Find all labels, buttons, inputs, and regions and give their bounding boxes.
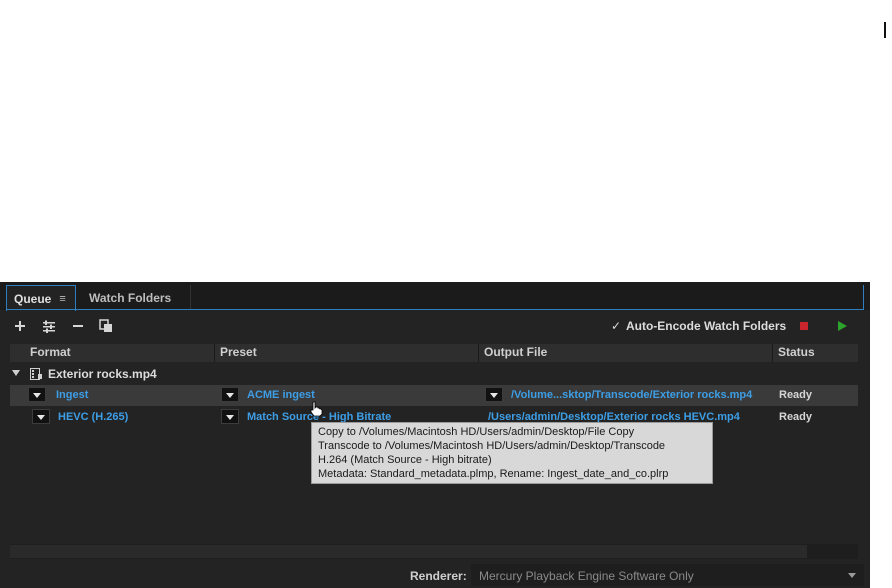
disclosure-triangle-icon[interactable] [12,370,20,376]
auto-encode-watch-folders-checkbox[interactable]: ✓ Auto-Encode Watch Folders [611,319,786,333]
tab-queue-label: Queue [14,291,52,306]
output-dropdown[interactable] [485,387,503,402]
format-dropdown[interactable] [32,409,50,424]
tooltip-line: Copy to /Volumes/Macintosh HD/Users/admi… [318,426,635,438]
preset-dropdown[interactable] [221,387,239,402]
tab-bar: Queue ≡ Watch Folders [0,282,870,311]
horizontal-scrollbar[interactable] [10,544,858,559]
column-header-status[interactable]: Status [778,345,815,359]
chevron-down-icon [848,573,856,578]
add-icon[interactable] [12,318,28,334]
renderer-label: Renderer: [410,569,467,583]
tab-queue[interactable]: Queue ≡ [6,285,76,311]
column-divider[interactable] [478,344,479,362]
renderer-value: Mercury Playback Engine Software Only [479,569,694,583]
panel-menu-icon[interactable]: ≡ [59,293,65,305]
pointer-hand-icon [309,401,323,417]
preset-tooltip: Copy to /Volumes/Macintosh HD/Users/admi… [311,422,713,484]
column-divider[interactable] [772,344,773,362]
tooltip-line: Transcode to /Volumes/Macintosh HD/Users… [318,440,666,452]
queue-toolbar: ✓ Auto-Encode Watch Folders [0,312,870,340]
column-header-output-file[interactable]: Output File [484,345,547,359]
renderer-bar: Renderer: Mercury Playback Engine Softwa… [0,562,870,588]
window-edge-mark [884,22,886,38]
auto-encode-label: Auto-Encode Watch Folders [625,319,787,333]
column-header-preset[interactable]: Preset [220,345,257,359]
tab-border [863,285,864,310]
preset-link[interactable]: ACME ingest [247,389,315,401]
tooltip-line: H.264 (Match Source - High bitrate) [318,454,492,466]
duplicate-icon[interactable] [98,318,114,334]
stop-queue-button[interactable] [800,322,808,330]
renderer-select[interactable]: Mercury Playback Engine Software Only [471,564,864,586]
output-file-link[interactable]: /Volume...sktop/Transcode/Exterior rocks… [511,389,752,401]
format-dropdown[interactable] [28,387,46,402]
tooltip-line: Metadata: Standard_metadata.plmp, Rename… [318,468,669,480]
tab-watch-folders-label: Watch Folders [89,290,172,305]
column-divider[interactable] [214,344,215,362]
checkmark-icon: ✓ [611,319,622,333]
column-header-format[interactable]: Format [30,345,71,359]
queue-column-header: Format Preset Output File Status [10,344,858,362]
source-file-row[interactable]: Exterior rocks.mp4 [10,364,858,384]
status-text: Ready [779,411,813,423]
tab-underline [6,309,864,310]
format-link[interactable]: Ingest [56,389,88,401]
video-file-icon [30,367,42,380]
queue-item-row[interactable]: Ingest ACME ingest /Volume...sktop/Trans… [10,385,858,406]
tab-watch-folders[interactable]: Watch Folders [77,285,191,310]
status-text: Ready [779,389,813,401]
format-link[interactable]: HEVC (H.265) [58,411,128,423]
preset-settings-icon[interactable] [41,318,57,334]
start-queue-button[interactable] [838,321,847,331]
source-file-name: Exterior rocks.mp4 [48,367,157,381]
remove-icon[interactable] [70,318,86,334]
preset-dropdown[interactable] [221,409,239,424]
scrollbar-thumb[interactable] [10,545,807,558]
